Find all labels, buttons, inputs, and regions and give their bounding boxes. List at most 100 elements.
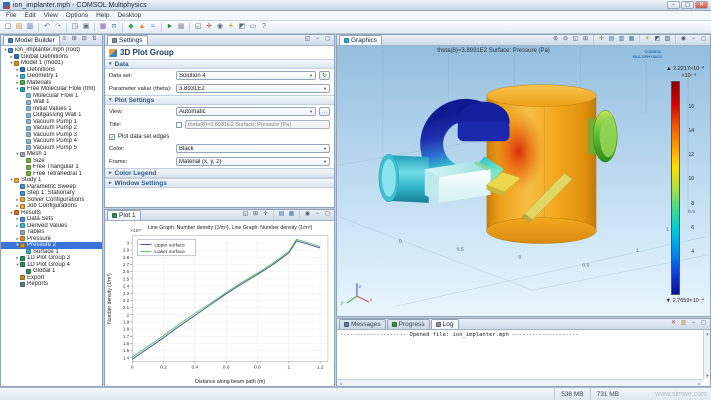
mesh-icon[interactable]: ▩: [176, 22, 186, 32]
help-icon[interactable]: ?: [259, 22, 269, 32]
color-select[interactable]: Black ▼: [176, 144, 330, 153]
minimize-button[interactable]: –: [667, 1, 680, 9]
tab-model-builder[interactable]: Model Builder: [3, 35, 60, 45]
add-physics-icon[interactable]: ▲: [137, 22, 147, 32]
zoom-extents-icon[interactable]: ◱: [241, 210, 250, 219]
scene-light-icon[interactable]: ☀: [226, 22, 236, 32]
expand-all-icon[interactable]: ⊞: [70, 35, 79, 44]
redo-icon[interactable]: ↷: [53, 22, 63, 32]
close-button[interactable]: ✕: [695, 1, 708, 9]
window-maximize-icon[interactable]: ◻: [323, 210, 332, 219]
image-snapshot-icon[interactable]: ◉: [215, 22, 225, 32]
graphics-canvas[interactable]: z x y 00.500.5110.5 theta(8)=3.8931E2 Su…: [337, 46, 710, 316]
menu-help[interactable]: Help: [92, 11, 113, 20]
copy-icon[interactable]: ◳: [70, 22, 80, 32]
zoom-box-icon[interactable]: ⊞: [251, 210, 260, 219]
tab-messages[interactable]: Messages: [339, 319, 386, 329]
global-1-icon: [26, 269, 31, 274]
view-select[interactable]: Automatic ▼: [176, 107, 316, 116]
go-to-zx-view-icon[interactable]: ▦: [627, 35, 636, 44]
refresh-solution-button[interactable]: ↻: [319, 71, 330, 80]
scroll-right-icon[interactable]: ►: [696, 380, 703, 387]
go-to-xy-view-icon[interactable]: ▤: [607, 35, 616, 44]
step-1-stationary-icon: [20, 191, 25, 196]
wireframe-icon[interactable]: ▧: [663, 35, 672, 44]
zoom-out-icon[interactable]: ⊖: [561, 35, 570, 44]
compute-icon[interactable]: ►: [165, 22, 175, 32]
section-color-legend[interactable]: ▸ Color Legend: [105, 168, 334, 178]
collapse-all-icon[interactable]: ⊟: [80, 35, 89, 44]
add-study-icon[interactable]: ≈: [148, 22, 158, 32]
window-minimize-icon[interactable]: −: [689, 35, 698, 44]
log-content[interactable]: -------------------- Opened file: ion_im…: [337, 330, 710, 386]
minimize-icon[interactable]: −: [313, 35, 322, 44]
pan-icon[interactable]: ✛: [261, 210, 270, 219]
tree-item-reports[interactable]: Reports: [1, 281, 102, 288]
scroll-down-icon[interactable]: ▼: [704, 372, 711, 379]
tab-graphics[interactable]: Graphics: [339, 35, 382, 45]
plot-dataset-edges-checkbox[interactable]: ✓: [109, 134, 115, 140]
dataset-select[interactable]: Solution 4 ▼: [176, 71, 316, 80]
zoom-in-icon[interactable]: ⊕: [551, 35, 560, 44]
new-icon[interactable]: ▢: [3, 22, 13, 32]
paste-icon[interactable]: ▣: [81, 22, 91, 32]
tab-settings[interactable]: Settings: [107, 35, 148, 45]
maximize-icon[interactable]: ◻: [323, 35, 332, 44]
zoom-extents-icon[interactable]: ◱: [571, 35, 580, 44]
window-minimize-icon[interactable]: −: [313, 210, 322, 219]
print-icon[interactable]: ▭: [248, 22, 258, 32]
scene-3d[interactable]: z x y 00.500.5110.5: [337, 46, 710, 316]
parameter-select[interactable]: 3.8931E2 ▼: [176, 84, 330, 93]
menu-view[interactable]: View: [40, 11, 62, 20]
window-maximize-icon[interactable]: ◻: [699, 319, 708, 328]
section-window-settings[interactable]: ▸ Window Settings: [105, 178, 334, 188]
clear-log-icon[interactable]: ✕: [669, 319, 678, 328]
maximize-button[interactable]: ▢: [681, 1, 694, 9]
frame-select[interactable]: Material (x, y, z) ▼: [176, 157, 330, 166]
color-value: Black: [179, 146, 194, 152]
save-log-icon[interactable]: ▥: [679, 319, 688, 328]
scroll-up-icon[interactable]: ▲: [704, 330, 711, 337]
tree-item-label: Molecular Flow 1: [33, 93, 78, 99]
horizontal-scrollbar[interactable]: ◄ ►: [337, 379, 703, 386]
zoom-extents-icon[interactable]: ◱: [193, 22, 203, 32]
legend-toggle-icon[interactable]: ▦: [287, 210, 296, 219]
window-maximize-icon[interactable]: ◻: [699, 35, 708, 44]
save-icon[interactable]: ▥: [25, 22, 35, 32]
section-data[interactable]: ▾ Data: [105, 59, 334, 69]
axis-settings-icon[interactable]: ▤: [277, 210, 286, 219]
detach-icon[interactable]: ◱: [303, 35, 312, 44]
menu-file[interactable]: File: [2, 11, 20, 20]
transparency-icon[interactable]: ◩: [653, 35, 662, 44]
tree-item-free-molecular-flow-fmf[interactable]: ▾Free Molecular Flow (fmf): [1, 86, 102, 93]
menu-desktop[interactable]: Desktop: [113, 11, 145, 20]
parameters-icon[interactable]: π: [109, 22, 119, 32]
add-material-icon[interactable]: ◆: [126, 22, 136, 32]
line-chart[interactable]: 00.20.40.60.811.21.41.51.61.71.81.922.12…: [105, 221, 334, 386]
scroll-left-icon[interactable]: ◄: [337, 380, 344, 387]
transparency-icon[interactable]: ◩: [237, 22, 247, 32]
tab-progress[interactable]: Progress: [387, 319, 430, 329]
scene-light-icon[interactable]: ☀: [643, 35, 652, 44]
go-to-yz-view-icon[interactable]: ▥: [617, 35, 626, 44]
zoom-box-icon[interactable]: ⊞: [581, 35, 590, 44]
title-checkbox[interactable]: [176, 122, 182, 128]
refresh-icon[interactable]: ↻: [100, 35, 103, 44]
move-icon[interactable]: ⇅: [90, 35, 99, 44]
image-snapshot-icon[interactable]: ◉: [679, 35, 688, 44]
image-snapshot-icon[interactable]: ◉: [303, 210, 312, 219]
view-settings-button[interactable]: …: [319, 107, 330, 116]
section-plot-settings[interactable]: ▾ Plot Settings: [105, 95, 334, 105]
tab-log[interactable]: Log: [431, 319, 459, 329]
vertical-scrollbar[interactable]: ▲ ▼: [703, 330, 710, 379]
menu-options[interactable]: Options: [62, 11, 92, 20]
tab-plot-1[interactable]: Plot 1: [107, 210, 141, 220]
open-icon[interactable]: ▤: [14, 22, 24, 32]
go-to-default-view-icon[interactable]: ✛: [204, 22, 214, 32]
show-icon[interactable]: ≡: [60, 35, 69, 44]
model-library-icon[interactable]: ▦: [98, 22, 108, 32]
window-minimize-icon[interactable]: −: [689, 319, 698, 328]
menu-edit[interactable]: Edit: [20, 11, 39, 20]
undo-icon[interactable]: ↶: [42, 22, 52, 32]
go-to-default-3d-view-icon[interactable]: ✛: [597, 35, 606, 44]
